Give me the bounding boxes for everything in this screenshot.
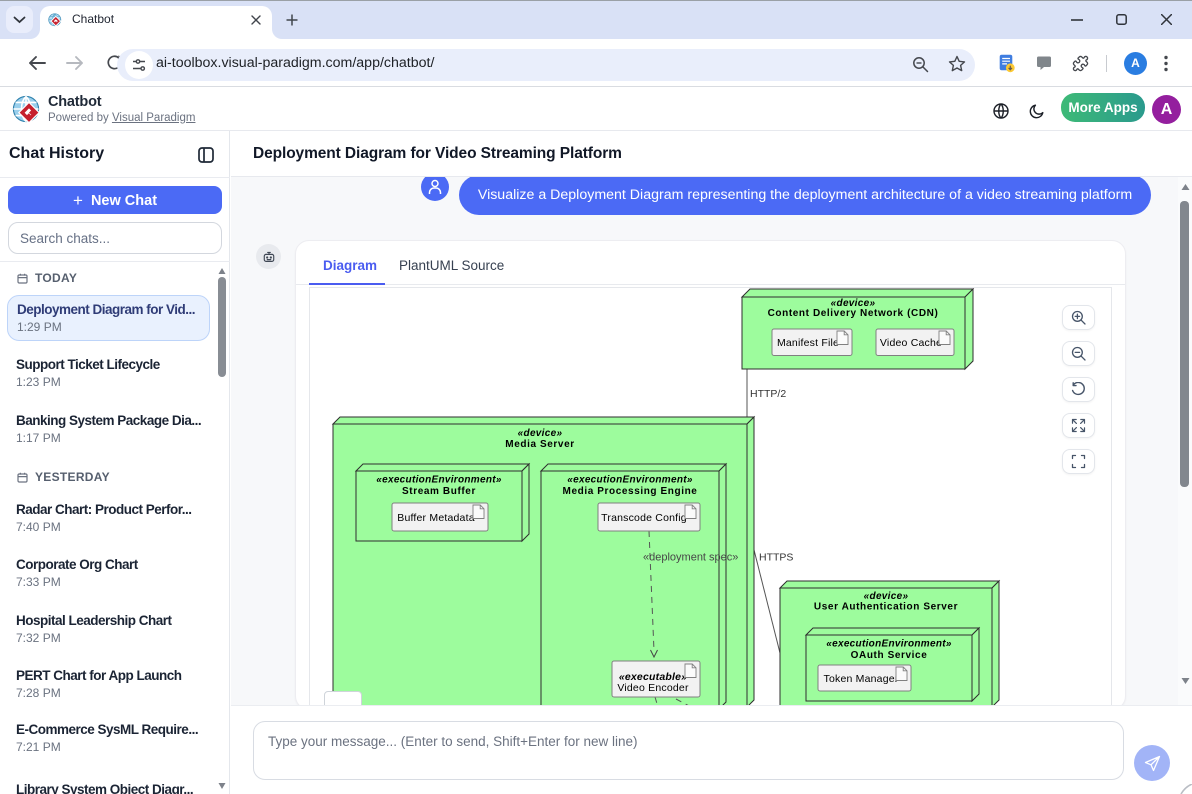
svg-text:Video Cache: Video Cache	[880, 337, 942, 349]
svg-text:Stream Buffer: Stream Buffer	[402, 486, 476, 497]
svg-text:OAuth Service: OAuth Service	[851, 650, 928, 661]
svg-text:HTTP/2: HTTP/2	[750, 388, 786, 400]
svg-text:«deployment spec»: «deployment spec»	[643, 552, 738, 564]
svg-text:«executionEnvironment»: «executionEnvironment»	[567, 475, 693, 486]
svg-text:«executionEnvironment»: «executionEnvironment»	[376, 475, 502, 486]
svg-text:Token Manager: Token Manager	[824, 673, 899, 685]
svg-text:Manifest File: Manifest File	[777, 337, 839, 349]
svg-text:Media Processing Engine: Media Processing Engine	[563, 486, 698, 497]
svg-text:«executionEnvironment»: «executionEnvironment»	[826, 639, 952, 650]
svg-text:«device»: «device»	[518, 428, 563, 439]
svg-text:Content Delivery Network (CDN): Content Delivery Network (CDN)	[768, 308, 939, 319]
svg-text:Media Server: Media Server	[505, 439, 574, 450]
svg-text:Buffer Metadata: Buffer Metadata	[397, 512, 475, 524]
svg-text:HTTPS: HTTPS	[759, 552, 793, 564]
svg-text:Transcode Config: Transcode Config	[601, 512, 687, 524]
svg-text:Video Encoder: Video Encoder	[617, 682, 689, 694]
svg-text:«device»: «device»	[864, 591, 909, 602]
svg-text:User Authentication Server: User Authentication Server	[814, 602, 958, 613]
